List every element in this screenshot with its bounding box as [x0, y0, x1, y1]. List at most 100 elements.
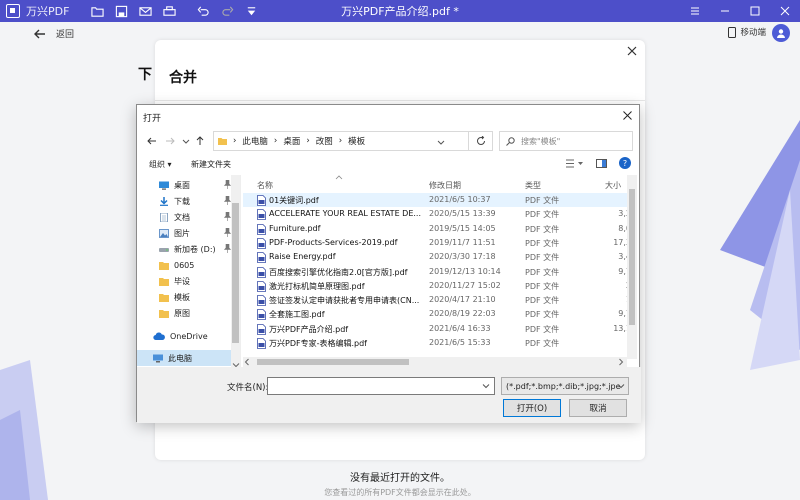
- table-row[interactable]: 全套施工图.pdf 2020/8/19 22:03 PDF 文件 9,7: [243, 307, 631, 321]
- help-icon[interactable]: ?: [619, 157, 631, 169]
- file-list-horizontal-scrollbar[interactable]: [243, 357, 627, 367]
- quick-access-dropdown-icon[interactable]: [241, 1, 261, 21]
- sidebar-item-bishe[interactable]: 毕设: [137, 273, 233, 289]
- maximize-icon[interactable]: [740, 0, 770, 22]
- pin-icon[interactable]: [224, 180, 231, 189]
- folder-icon: [159, 293, 169, 302]
- new-folder-button[interactable]: 新建文件夹: [191, 159, 231, 170]
- scrollbar-thumb[interactable]: [232, 203, 239, 343]
- sidebar-item-drive-d[interactable]: 新加卷 (D:): [137, 241, 233, 257]
- recent-locations-dropdown-icon[interactable]: [179, 134, 193, 148]
- scroll-right-arrow-icon[interactable]: [617, 358, 625, 366]
- file-name: 万兴PDF产品介绍.pdf: [269, 324, 349, 334]
- back-button[interactable]: 返回: [34, 27, 74, 40]
- open-button[interactable]: 打开(O): [503, 399, 561, 417]
- file-size: 13,1: [613, 323, 631, 333]
- file-date: 2021/6/4 16:33: [429, 323, 491, 333]
- empty-state-hint: 您查看过的所有PDF文件都会显示在此处。: [324, 488, 476, 497]
- pdf-file-icon: [257, 338, 266, 349]
- sidebar-scrollbar[interactable]: [231, 175, 240, 371]
- file-type: PDF 文件: [525, 238, 560, 248]
- save-icon[interactable]: [111, 1, 131, 21]
- folder-icon: [159, 309, 169, 318]
- filename-input[interactable]: [267, 377, 495, 395]
- table-row[interactable]: 01关键词.pdf 2021/6/5 10:37 PDF 文件: [243, 193, 631, 208]
- pin-icon[interactable]: [224, 228, 231, 237]
- scrollbar-thumb[interactable]: [629, 189, 635, 325]
- undo-icon[interactable]: [193, 1, 213, 21]
- sidebar-item-yuantu[interactable]: 原图: [137, 305, 233, 321]
- file-type: PDF 文件: [525, 196, 560, 205]
- background-page-title: 下: [138, 67, 152, 83]
- pin-icon[interactable]: [224, 212, 231, 221]
- table-row[interactable]: Raise Energy.pdf 2020/3/30 17:18 PDF 文件 3,4: [243, 250, 631, 264]
- navigation-pane: 桌面 下载 文档 图片 新加卷 (D:) 0605 毕设 模板 原图 OneDr…: [137, 175, 241, 371]
- view-options-icon[interactable]: [566, 159, 584, 168]
- column-header-type[interactable]: 类型: [525, 180, 541, 191]
- table-row[interactable]: Furniture.pdf 2019/5/15 14:05 PDF 文件 8,0: [243, 222, 631, 236]
- table-row[interactable]: 签证签发认定申请获批者专用申请表(CN... 2020/4/17 21:10 PDF…: [243, 293, 631, 307]
- table-row[interactable]: 百度搜索引擎优化指南2.0[官方版].pdf 2019/12/13 10:14 PD…: [243, 265, 631, 279]
- search-input[interactable]: 搜索"模板": [499, 131, 633, 151]
- address-bar[interactable]: › 此电脑 › 桌面 › 改图 › 模板: [213, 131, 469, 151]
- close-icon[interactable]: [625, 44, 639, 58]
- pin-icon[interactable]: [224, 244, 231, 253]
- file-size: 17,3: [613, 237, 631, 247]
- chevron-down-icon: [617, 384, 625, 389]
- file-type-filter[interactable]: (*.pdf;*.bmp;*.dib;*.jpg;*.jpe: [501, 377, 629, 395]
- redo-icon[interactable]: [217, 1, 237, 21]
- forward-arrow-icon[interactable]: [163, 134, 177, 148]
- scrollbar-thumb[interactable]: [257, 359, 409, 365]
- close-icon[interactable]: [770, 0, 800, 22]
- sidebar-item-downloads[interactable]: 下载: [137, 193, 233, 209]
- mail-icon[interactable]: [135, 1, 155, 21]
- refresh-icon: [476, 136, 485, 145]
- sidebar-item-template[interactable]: 模板: [137, 289, 233, 305]
- folder-icon: [159, 277, 169, 286]
- sidebar-item-onedrive[interactable]: OneDrive: [137, 328, 233, 344]
- breadcrumb-gaitu[interactable]: 改图: [316, 135, 333, 147]
- column-header-date[interactable]: 修改日期: [429, 180, 461, 191]
- pin-icon[interactable]: [224, 196, 231, 205]
- scroll-left-arrow-icon[interactable]: [243, 358, 251, 366]
- table-row[interactable]: 万兴PDF专家-表格编辑.pdf 2021/6/5 15:33 PDF 文件: [243, 336, 631, 350]
- breadcrumb-template[interactable]: 模板: [348, 135, 365, 147]
- cancel-button[interactable]: 取消: [569, 399, 627, 417]
- file-list-vertical-scrollbar[interactable]: [627, 175, 637, 359]
- refresh-button[interactable]: [469, 131, 493, 151]
- divider: [155, 100, 645, 101]
- breadcrumb-desktop[interactable]: 桌面: [283, 135, 300, 147]
- chevron-down-icon[interactable]: [436, 137, 446, 147]
- table-row[interactable]: PDF-Products-Services-2019.pdf 2019/11/7 …: [243, 236, 631, 250]
- search-icon: [506, 136, 515, 146]
- breadcrumb-this-pc[interactable]: 此电脑: [242, 135, 268, 147]
- avatar[interactable]: [772, 24, 790, 42]
- column-header-size[interactable]: 大小: [605, 180, 621, 191]
- file-type: PDF 文件: [525, 224, 560, 234]
- file-type: PDF 文件: [525, 339, 560, 348]
- minimize-icon[interactable]: [710, 0, 740, 22]
- table-row[interactable]: 万兴PDF产品介绍.pdf 2021/6/4 16:33 PDF 文件 13,1: [243, 322, 631, 336]
- chevron-down-icon[interactable]: [482, 382, 490, 390]
- column-header-name[interactable]: 名称: [257, 180, 273, 191]
- organize-button[interactable]: 组织 ▾: [149, 159, 172, 170]
- sidebar-item-this-pc[interactable]: 此电脑: [137, 350, 231, 366]
- up-arrow-icon[interactable]: [193, 134, 207, 148]
- file-name: Raise Energy.pdf: [269, 252, 336, 262]
- open-folder-icon[interactable]: [87, 1, 107, 21]
- menu-icon[interactable]: [680, 0, 710, 22]
- close-icon[interactable]: [622, 110, 633, 121]
- table-row[interactable]: 激光打标机简单原理图.pdf 2020/11/27 15:02 PDF 文件 2: [243, 279, 631, 293]
- table-row[interactable]: ACCELERATE YOUR REAL ESTATE DE... 2020/5/…: [243, 207, 631, 221]
- preview-pane-icon[interactable]: [596, 158, 607, 168]
- mobile-button[interactable]: 移动端: [728, 26, 766, 38]
- user-icon: [777, 29, 785, 38]
- back-arrow-icon[interactable]: [145, 134, 159, 148]
- print-icon[interactable]: [159, 1, 179, 21]
- sidebar-item-desktop[interactable]: 桌面: [137, 177, 233, 193]
- sidebar-item-documents[interactable]: 文档: [137, 209, 233, 225]
- pdf-file-icon: [257, 309, 266, 321]
- sidebar-item-0605[interactable]: 0605: [137, 257, 233, 273]
- sidebar-item-label: 图片: [174, 228, 190, 238]
- sidebar-item-pictures[interactable]: 图片: [137, 225, 233, 241]
